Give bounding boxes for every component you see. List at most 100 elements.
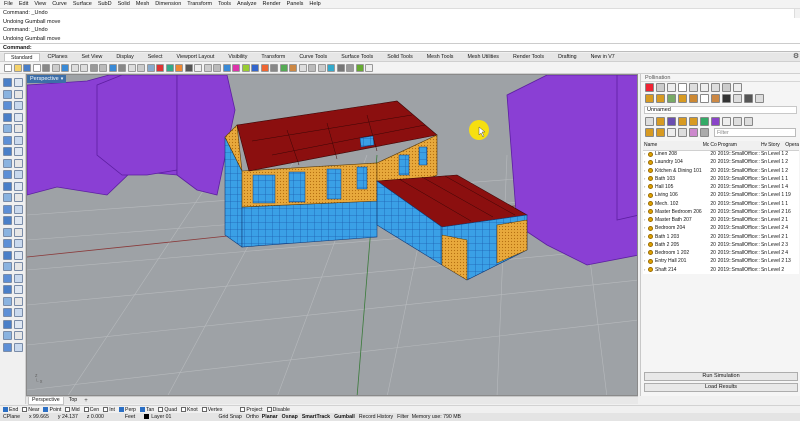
status-layer[interactable]: Layer 01 [144,414,171,420]
palette-tool-icon[interactable] [14,135,23,145]
checkbox[interactable] [201,407,207,412]
viewport-scene[interactable] [27,75,638,396]
palette-tool-icon[interactable] [14,285,23,294]
panel-tool-icon[interactable] [667,128,676,137]
panel-tool-icon[interactable] [711,83,720,92]
osnap-int[interactable]: Int [103,407,115,413]
panel-tool-icon[interactable] [667,117,676,126]
panel-tool-icon[interactable] [722,94,731,103]
table-row[interactable]: › Shaft 214 20 2019::SmallOffice:: Sn Level 2 [643,266,799,274]
toolbar-tool-icon[interactable] [241,64,250,72]
palette-tool-icon[interactable] [3,124,12,133]
palette-tool-icon[interactable] [3,331,12,340]
table-row[interactable]: › Mech. 102 20 2019::SmallOffice:: Sn Level 1… [643,200,799,208]
column-header[interactable]: Opera [784,141,800,151]
toolbar-tool-icon[interactable] [308,64,316,72]
panel-tool-icon[interactable] [678,94,687,103]
column-header[interactable]: Story [767,141,785,151]
palette-tool-icon[interactable] [3,193,12,202]
toolbar-tool-icon[interactable] [270,64,278,72]
panel-tool-icon[interactable] [678,117,687,126]
toolbar-tool-icon[interactable] [346,64,354,72]
menu-panels[interactable]: Panels [287,1,304,7]
toolbar-tool-icon[interactable] [127,64,136,72]
toolbar-tab-render-tools[interactable]: Render Tools [507,53,550,61]
panel-tool-icon[interactable] [733,83,742,92]
menu-view[interactable]: View [34,1,46,7]
menu-render[interactable]: Render [263,1,281,7]
toolbar-tab-surface-tools[interactable]: Surface Tools [335,53,379,61]
panel-tool-icon[interactable] [711,117,720,126]
filter-input[interactable]: Filter [714,128,796,137]
panel-tool-icon[interactable] [656,117,665,126]
command-history-scrollbar[interactable] [794,9,800,18]
palette-tool-icon[interactable] [3,273,12,283]
palette-tool-icon[interactable] [14,296,23,306]
menu-solid[interactable]: Solid [118,1,130,7]
add-viewport-icon[interactable]: + [82,398,90,404]
status-ortho[interactable]: Ortho [246,414,259,420]
checkbox[interactable] [3,407,8,412]
panel-tool-icon[interactable] [645,83,654,92]
menu-help[interactable]: Help [309,1,320,7]
palette-tool-icon[interactable] [14,308,23,317]
palette-tool-icon[interactable] [14,204,23,214]
status-gumball[interactable]: Gumball [334,414,355,420]
panel-tool-icon[interactable] [722,117,731,126]
checkbox[interactable] [118,407,124,412]
toolbar-tab-visibility[interactable]: Visibility [222,53,253,61]
checkbox[interactable] [65,407,71,412]
panel-tool-icon[interactable] [689,117,698,126]
checkbox[interactable] [22,407,28,412]
palette-tool-icon[interactable] [14,78,23,87]
palette-tool-icon[interactable] [3,147,12,156]
table-row[interactable]: › Bath 1 203 20 2019::SmallOffice:: Sn Level … [643,233,799,241]
palette-tool-icon[interactable] [14,124,23,133]
toolbar-tool-icon[interactable] [260,64,269,72]
panel-tool-icon[interactable] [689,94,698,103]
palette-tool-icon[interactable] [3,181,12,191]
palette-tool-icon[interactable] [14,216,23,225]
panel-tool-icon[interactable] [678,128,687,137]
panel-tool-icon[interactable] [667,83,676,92]
osnap-project[interactable]: Project [240,407,263,413]
toolbar-tool-icon[interactable] [203,64,212,72]
column-header[interactable]: Program [716,141,760,151]
palette-tool-icon[interactable] [14,193,23,202]
panel-tool-icon[interactable] [722,83,731,92]
palette-tool-icon[interactable] [3,135,12,145]
toolbar-tab-drafting[interactable]: Drafting [552,53,583,61]
palette-tool-icon[interactable] [3,308,12,317]
toolbar-tool-icon[interactable] [336,64,345,72]
toolbar-tab-mesh-tools[interactable]: Mesh Tools [421,53,460,61]
toolbar-tab-select[interactable]: Select [142,53,169,61]
menu-edit[interactable]: Edit [19,1,28,7]
table-row[interactable]: › Bedroom 1 202 20 2019::SmallOffice:: Sn Lev… [643,249,799,257]
checkbox[interactable] [103,407,109,412]
status-record-history[interactable]: Record History [359,414,393,420]
checkbox[interactable] [139,407,145,412]
palette-tool-icon[interactable] [3,216,12,225]
checkbox[interactable] [266,407,272,412]
panel-tool-icon[interactable] [656,83,665,92]
palette-tool-icon[interactable] [3,250,12,260]
toolbar-tab-display[interactable]: Display [110,53,139,61]
status-planar[interactable]: Planar [262,414,278,420]
annex-building[interactable] [376,174,528,281]
palette-tool-icon[interactable] [14,112,23,122]
panel-tool-icon[interactable] [700,128,709,137]
palette-tool-icon[interactable] [14,170,23,179]
palette-tool-icon[interactable] [14,181,23,191]
panel-tool-icon[interactable] [744,94,753,103]
menu-analyze[interactable]: Analyze [237,1,257,7]
palette-tool-icon[interactable] [14,250,23,260]
toolbar-tab-curve-tools[interactable]: Curve Tools [293,53,333,61]
palette-tool-icon[interactable] [3,112,12,122]
toolbar-tool-icon[interactable] [70,64,79,72]
osnap-vertex[interactable]: Vertex [201,407,222,413]
panel-tool-icon[interactable] [656,128,665,137]
toolbar-tab-transform[interactable]: Transform [255,53,291,61]
palette-tool-icon[interactable] [3,170,12,179]
panel-tool-icon[interactable] [645,128,654,137]
osnap-quad[interactable]: Quad [158,407,177,413]
